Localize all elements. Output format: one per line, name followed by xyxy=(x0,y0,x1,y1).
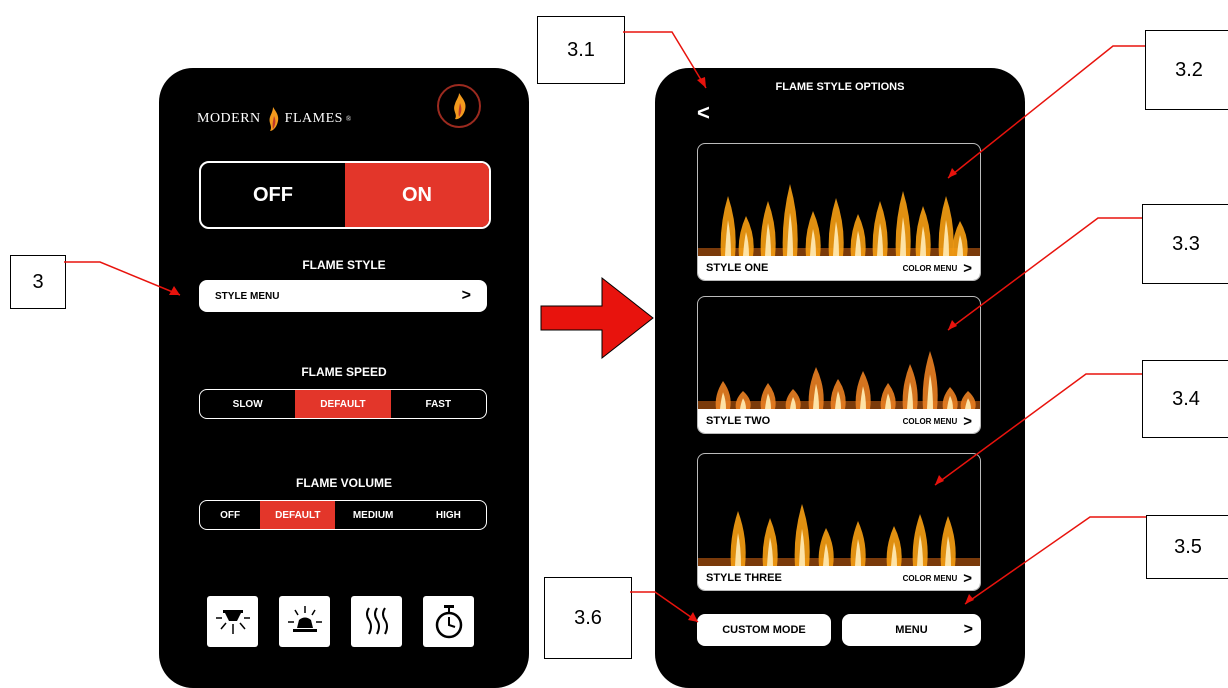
navigation-arrow-icon xyxy=(540,276,654,360)
annotation-overlay xyxy=(64,31,1146,623)
leader-arrowheads xyxy=(169,77,974,622)
